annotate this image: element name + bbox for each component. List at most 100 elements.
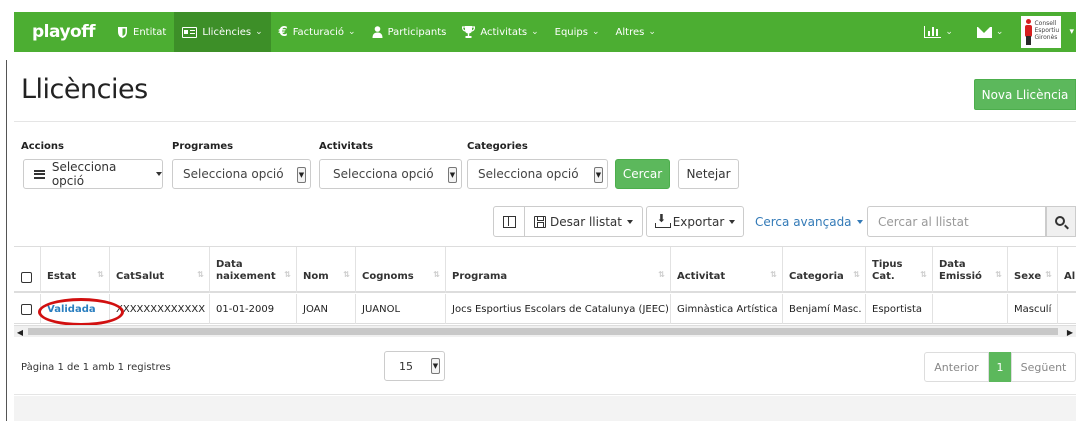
- columns-icon: [502, 215, 516, 228]
- sort-icon: ⇅: [343, 270, 350, 279]
- runner-figure-icon: [1024, 19, 1033, 45]
- clear-button[interactable]: Netejar: [678, 159, 739, 189]
- save-list-label: Desar llistat: [550, 214, 622, 229]
- licenses-table: Estat ⇅ CatSalut ⇅ Data naixement ⇅ Nom ⇅ Co…: [14, 246, 1076, 340]
- nav-entitat[interactable]: Entitat: [109, 12, 174, 52]
- categories-value: Selecciona opció: [478, 167, 579, 181]
- logo-text: Consell Esportiu Gironès: [1034, 20, 1060, 41]
- col-data-naixement[interactable]: Data naixement ⇅: [210, 247, 297, 293]
- sort-icon: ⇅: [433, 270, 440, 279]
- row-checkbox[interactable]: [21, 303, 32, 315]
- col-cognoms[interactable]: Cognoms ⇅: [356, 247, 446, 293]
- save-list-button[interactable]: Desar llistat: [524, 206, 643, 237]
- horizontal-scrollbar[interactable]: ◀ ▶: [14, 325, 1076, 337]
- nav-activitats[interactable]: Activitats ⌄: [454, 12, 546, 52]
- nav-stats[interactable]: ⌄: [912, 12, 965, 52]
- programes-value: Selecciona opció: [183, 167, 284, 181]
- col-nom[interactable]: Nom ⇅: [297, 247, 356, 293]
- col-categoria[interactable]: Categoria ⇅: [783, 247, 866, 293]
- caret-down-icon: [729, 219, 736, 224]
- scroll-left-icon[interactable]: ◀: [14, 326, 26, 338]
- programes-select[interactable]: Selecciona opció ▼: [172, 159, 311, 189]
- columns-toggle-button[interactable]: [493, 206, 525, 237]
- cell-cognoms: JUANOL: [356, 294, 446, 324]
- accions-value: Selecciona opció: [51, 160, 117, 188]
- nav-altres[interactable]: Altres ⌄: [608, 12, 664, 52]
- col-truncated[interactable]: Al: [1058, 247, 1076, 293]
- table-row[interactable]: Validada XXXXXXXXXXXXX 01-01-2009 JOAN J…: [14, 294, 1076, 324]
- advanced-search-link[interactable]: Cerca avançada: [755, 206, 863, 237]
- nav-participants[interactable]: Participants: [364, 12, 455, 52]
- new-license-button[interactable]: Nova Llicència: [974, 79, 1076, 110]
- brand-logo[interactable]: playoff: [14, 12, 109, 52]
- id-card-icon: [182, 26, 198, 38]
- export-button[interactable]: Exportar: [646, 206, 744, 237]
- col-estat[interactable]: Estat ⇅: [41, 247, 110, 293]
- nav-entitat-label: Entitat: [133, 26, 167, 38]
- nav-messages[interactable]: ⌄: [965, 12, 1016, 52]
- accions-label: Accions: [21, 141, 64, 152]
- col-sexe[interactable]: Sexe ⇅: [1008, 247, 1058, 293]
- activitats-select[interactable]: Selecciona opció ▼: [319, 159, 462, 189]
- table-header: Estat ⇅ CatSalut ⇅ Data naixement ⇅ Nom ⇅ Co…: [14, 246, 1076, 293]
- col-programa[interactable]: Programa ⇅: [446, 247, 671, 293]
- nav-equips[interactable]: Equips ⌄: [547, 12, 608, 52]
- export-label: Exportar: [672, 214, 725, 229]
- page-1-button[interactable]: 1: [989, 352, 1011, 382]
- accions-dropdown[interactable]: Selecciona opció: [23, 159, 163, 189]
- categories-label: Categories: [467, 141, 528, 152]
- list-search-placeholder: Cercar al llistat: [878, 214, 969, 229]
- scrollbar-thumb[interactable]: [28, 328, 1058, 335]
- search-icon: [1055, 215, 1065, 226]
- sort-icon: ⇅: [995, 270, 1002, 279]
- list-search-button[interactable]: [1046, 206, 1076, 237]
- organization-logo[interactable]: Consell Esportiu Gironès: [1021, 16, 1062, 48]
- prev-page-button[interactable]: Anterior: [924, 352, 989, 382]
- sort-icon: ⇅: [770, 270, 777, 279]
- chevron-down-icon: ⌄: [648, 27, 656, 37]
- activitats-label: Activitats: [319, 141, 374, 152]
- select-all-checkbox[interactable]: [21, 272, 32, 283]
- nav-facturacio[interactable]: € Facturació ⌄: [271, 12, 364, 52]
- caret-down-icon: [627, 219, 633, 224]
- status-link[interactable]: Validada: [47, 304, 96, 315]
- programes-label: Programes: [172, 141, 234, 152]
- cell-truncated: [1058, 294, 1076, 324]
- chevron-down-icon: ⌄: [255, 27, 263, 37]
- shield-icon: [117, 26, 128, 39]
- col-data-emissio[interactable]: Data Emissió ⇅: [933, 247, 1008, 293]
- envelope-icon: [976, 26, 992, 38]
- nav-altres-label: Altres: [615, 26, 645, 38]
- cell-estat: Validada: [41, 294, 110, 324]
- col-tipus-cat[interactable]: Tipus Cat. ⇅: [866, 247, 933, 293]
- col-catsalut[interactable]: CatSalut ⇅: [110, 247, 210, 293]
- select-arrow-icon: ▼: [448, 167, 457, 183]
- sort-icon: ⇅: [97, 270, 104, 279]
- list-search-input[interactable]: Cercar al llistat: [867, 206, 1046, 237]
- nav-participants-label: Participants: [387, 26, 447, 38]
- next-page-button[interactable]: Següent: [1011, 352, 1076, 382]
- caret-down-icon: [156, 172, 162, 176]
- cell-programa: Jocs Esportius Escolars de Catalunya (JE…: [446, 294, 671, 324]
- chevron-down-icon: ⌄: [531, 27, 539, 37]
- user-icon: [372, 26, 383, 38]
- pagination-info: Pàgina 1 de 1 amb 1 registres: [21, 362, 171, 373]
- scroll-right-icon[interactable]: ▶: [1064, 326, 1076, 338]
- euro-icon: €: [278, 24, 288, 40]
- page-bottom-area: [14, 396, 1076, 421]
- categories-select[interactable]: Selecciona opció ▼: [467, 159, 608, 189]
- nav-facturacio-label: Facturació: [292, 26, 345, 38]
- sort-icon: ⇅: [1045, 270, 1052, 279]
- nav-llicencies-label: Llicències: [202, 26, 252, 38]
- cell-activitat: Gimnàstica Artística: [671, 294, 783, 324]
- activitats-value: Selecciona opció: [333, 167, 434, 181]
- search-button[interactable]: Cercar: [615, 159, 670, 189]
- user-menu-chevron-icon[interactable]: ▾: [1069, 27, 1074, 37]
- trophy-icon: [462, 26, 476, 38]
- per-page-select[interactable]: 15 ▼: [384, 351, 445, 381]
- cell-categoria: Benjamí Masc.: [783, 294, 866, 324]
- sort-icon: ⇅: [197, 270, 204, 279]
- col-activitat[interactable]: Activitat ⇅: [671, 247, 783, 293]
- list-icon: [34, 169, 45, 179]
- nav-llicencies[interactable]: Llicències ⌄: [174, 12, 271, 52]
